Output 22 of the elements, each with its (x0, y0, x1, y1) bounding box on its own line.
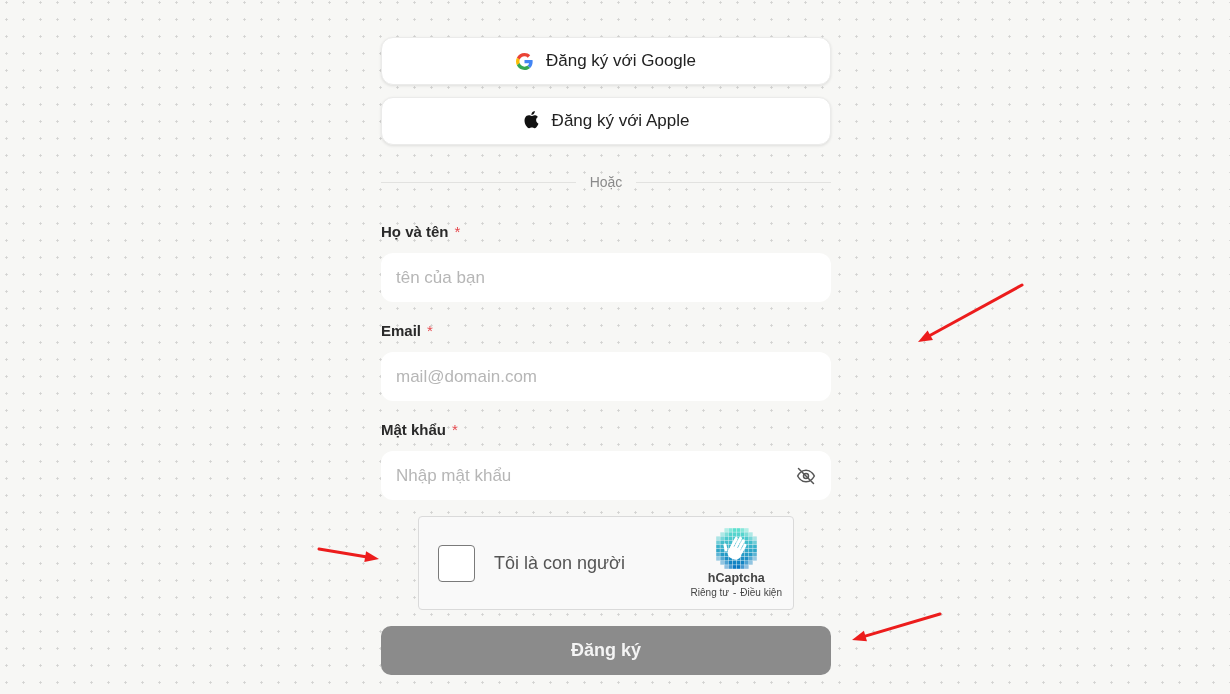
required-mark: * (427, 321, 433, 339)
brand-name: hCaptcha (707, 571, 765, 586)
checkbox[interactable] (438, 544, 475, 582)
email-field[interactable]: mail@domain.com (381, 352, 831, 401)
required-mark: * (454, 222, 461, 240)
eye-slash-icon[interactable] (796, 466, 816, 486)
captcha-label: Tôi là con người (494, 552, 625, 574)
field-label: Họ và tên (381, 222, 449, 240)
input-field[interactable]: tên của bạn (381, 253, 831, 302)
social-signup-button[interactable]: Đăng ký với Apple (381, 97, 831, 145)
apple-logo-icon (522, 110, 539, 129)
field-label: Mật khẩu (381, 420, 446, 438)
field-label: Email (381, 321, 422, 339)
divider-label: Hoặc (589, 174, 623, 190)
hand-badge-icon (715, 528, 757, 569)
social-signup-button[interactable]: Đăng ký với Google (381, 37, 831, 85)
footer-link[interactable]: Riêng tư (690, 586, 729, 600)
google-logo-icon (515, 52, 533, 70)
required-mark: * (452, 420, 458, 438)
footer-link[interactable]: Điều kiện (740, 586, 782, 600)
separator-text: - (732, 586, 737, 600)
password-field[interactable]: Nhập mật khẩu (381, 451, 831, 500)
